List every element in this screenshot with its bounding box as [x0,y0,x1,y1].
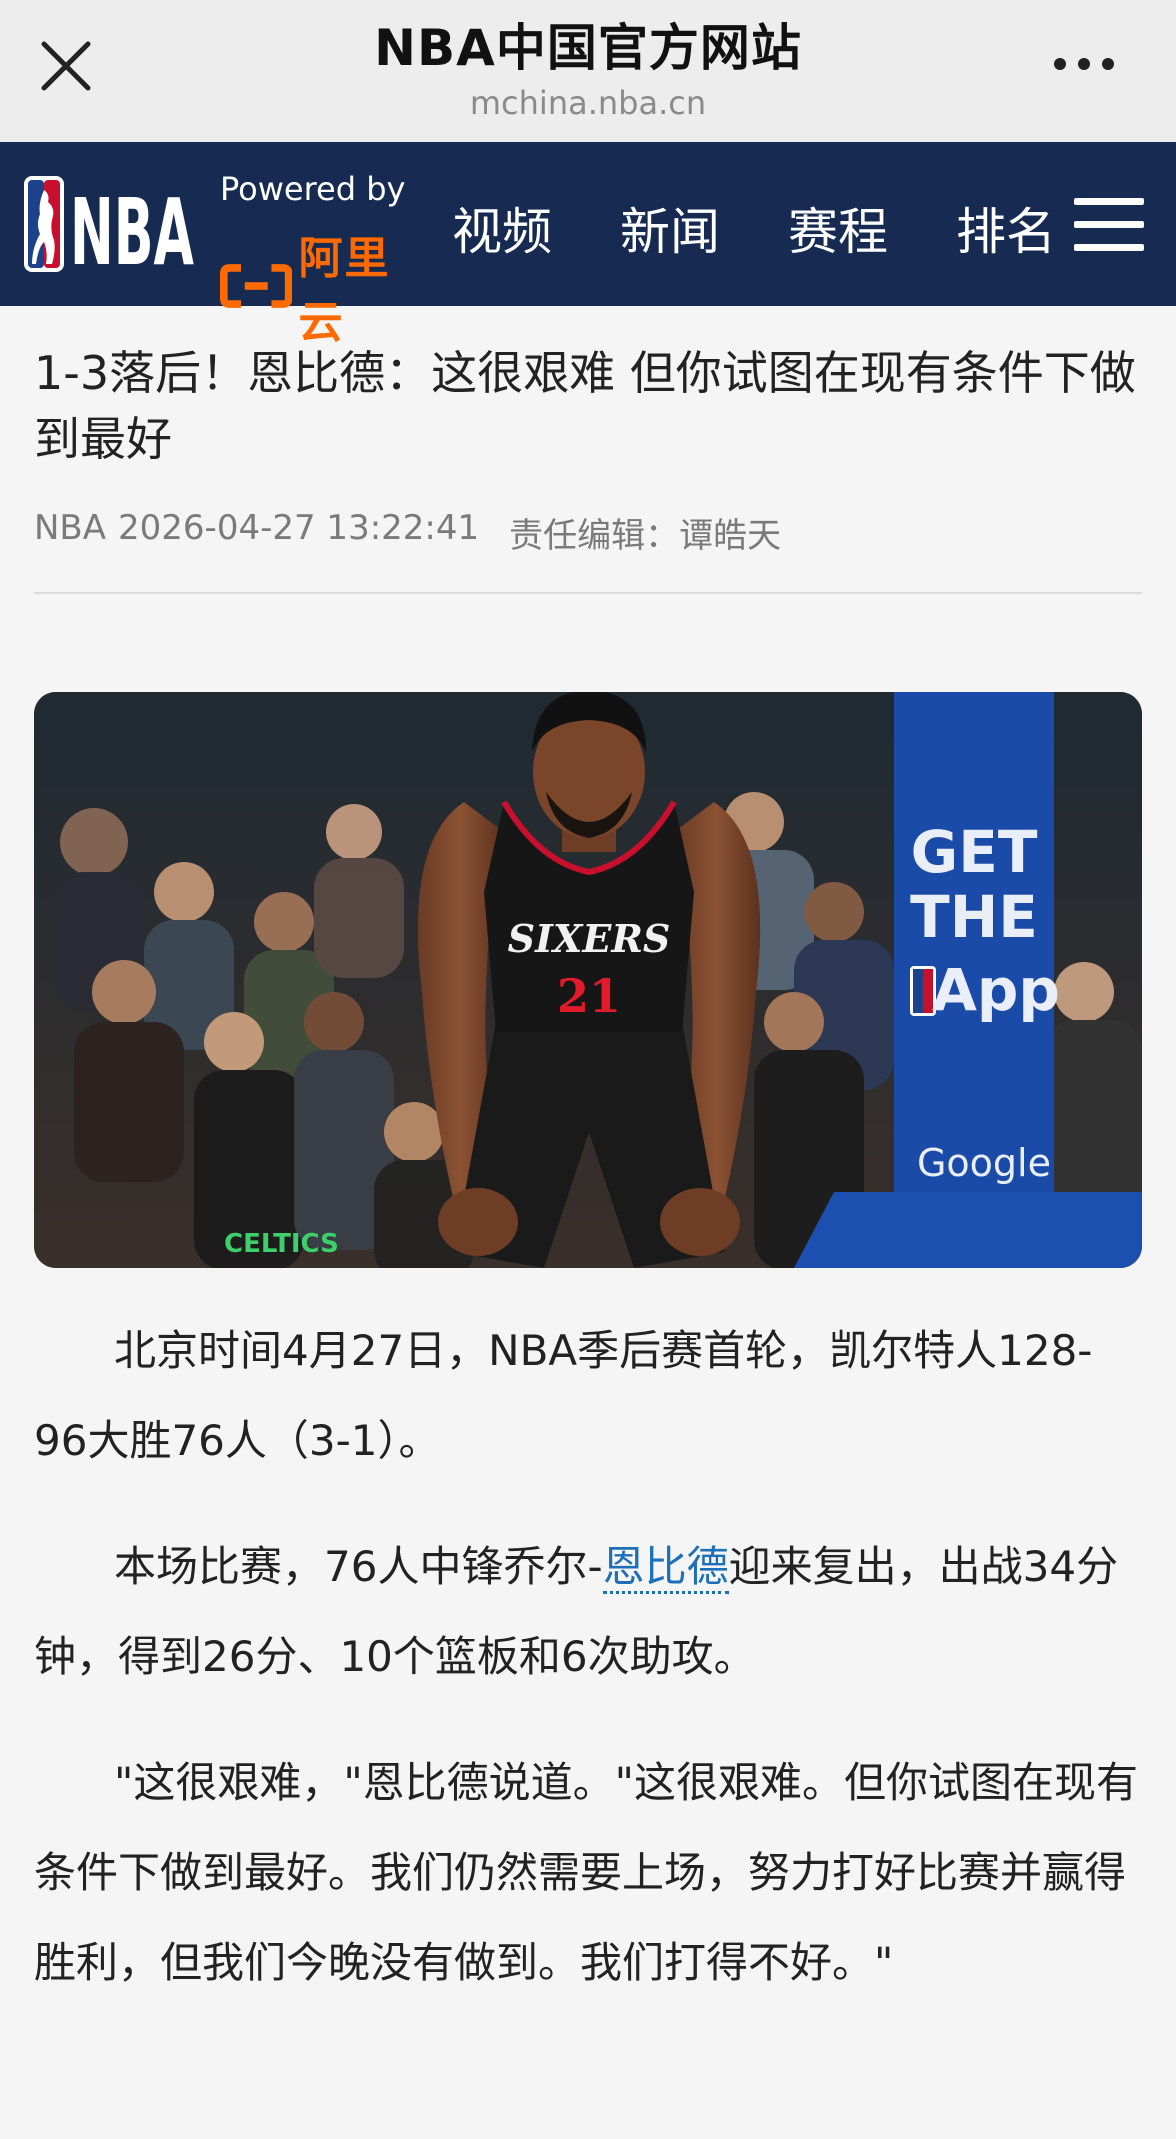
player-link-embiid[interactable]: 恩比德 [602,1542,729,1594]
powered-by-block: Powered by 阿里云 [220,170,430,348]
nav-item-news[interactable]: 新闻 [620,192,720,264]
nba-logo-text: NBA [70,179,194,272]
menu-icon[interactable] [1074,198,1144,252]
article-headline: 1-3落后！恩比德：这很艰难 但你试图在现有条件下做到最好 [34,346,1136,466]
editor-name: 谭皓天 [679,516,782,556]
paragraph-1: 北京时间4月27日，NBA季后赛首轮，凯尔特人128-96大胜76人（3-1）。 [34,1326,1093,1465]
more-options-icon[interactable] [1052,56,1116,72]
nav-item-standings[interactable]: 排名 [956,192,1056,264]
jersey-team-text: SIXERS [508,916,671,961]
ad-line-1: GET [911,818,1038,886]
article-datetime: 2026-04-27 13:22:41 [118,508,480,548]
article-source: NBA [34,508,107,548]
paragraph-3: "这很艰难，"恩比德说道。"这很艰难。但你试图在现有条件下做到最好。我们仍然需要… [34,1758,1138,1987]
nba-logo[interactable]: NBA [24,176,196,286]
fan-shirt-text: CELTICS [224,1229,339,1259]
aliyun-mark-icon [220,264,293,308]
nav-item-schedule[interactable]: 赛程 [788,192,888,264]
browser-top-bar: NBA中国官方网站 mchina.nba.cn [0,0,1176,142]
aliyun-text: 阿里云 [298,233,391,348]
divider [34,592,1142,594]
aliyun-logo: 阿里云 [220,222,430,350]
editor-label: 责任编辑： [509,516,680,556]
sponsor-text: Google [917,1141,1051,1185]
article-meta: NBA 2026-04-27 13:22:41 责任编辑： 谭皓天 [34,508,781,557]
nav-menu: 视频 新闻 赛程 排名 [452,192,1056,264]
article-photo: CELTICS GET THE App Google SIXERS 21 [34,692,1142,1268]
paragraph-2: 本场比赛，76人中锋乔尔-恩比德迎来复出，出战34分钟，得到26分、10个篮板和… [34,1522,1144,1702]
nav-item-video[interactable]: 视频 [452,192,552,264]
powered-by-label: Powered by [220,170,406,208]
ad-line-3: App [932,956,1060,1024]
page-url: mchina.nba.cn [469,84,707,122]
site-navbar: NBA Powered by 阿里云 视频 新闻 赛程 排名 [0,142,1176,348]
page-title: NBA中国官方网站 [374,19,802,77]
jersey-number: 21 [557,969,621,1023]
paragraph-2-text-a: 本场比赛，76人中锋乔尔- [114,1542,603,1591]
ad-line-2: THE [910,883,1038,951]
